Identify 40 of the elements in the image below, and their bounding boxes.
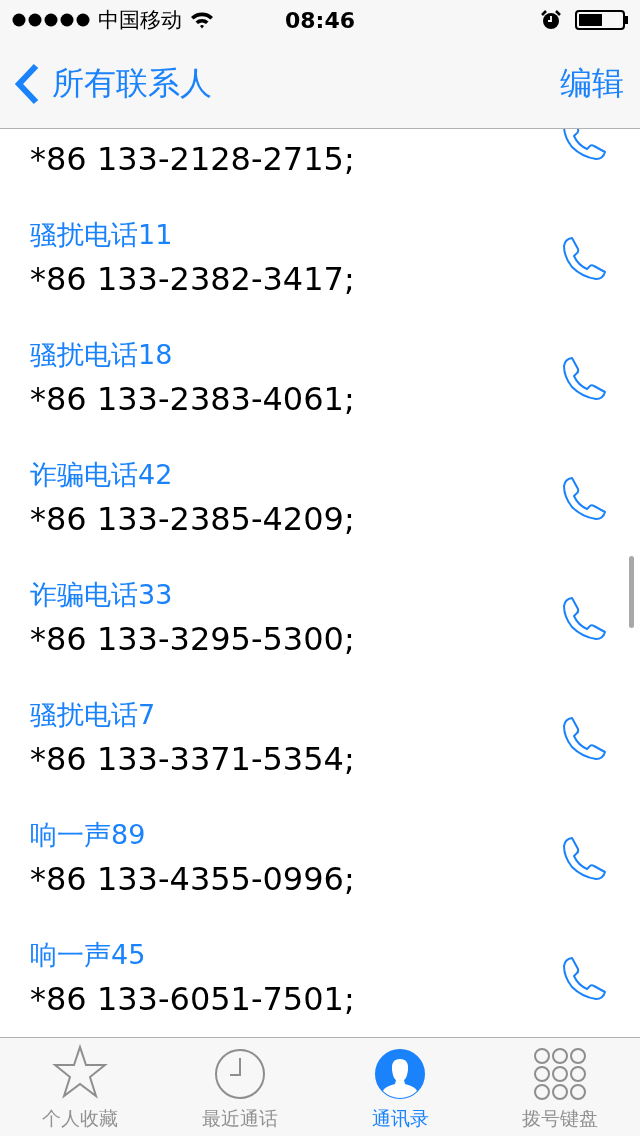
clock-icon (214, 1048, 266, 1100)
phone-number[interactable]: *86 133-4355-0996; (30, 858, 355, 900)
tab[interactable]: 最近通话 (160, 1038, 320, 1136)
star-icon (52, 1044, 108, 1100)
tab[interactable]: 通讯录 (320, 1038, 480, 1136)
tab[interactable]: 拨号键盘 (480, 1038, 640, 1136)
edit-button[interactable]: 编辑 (560, 62, 624, 106)
signal-icon (12, 13, 90, 27)
phone-icon[interactable] (562, 595, 608, 641)
tab[interactable]: 个人收藏 (0, 1038, 160, 1136)
contact-name[interactable]: 响一声45 (30, 936, 355, 974)
status-time: 08:46 (285, 7, 355, 33)
contact-name[interactable]: 响一声89 (30, 816, 355, 854)
scroll-indicator (629, 556, 634, 628)
phone-number[interactable]: *86 133-2382-3417; (30, 258, 355, 300)
contact-name[interactable]: 骚扰电话7 (30, 696, 355, 734)
keypad-icon (534, 1048, 586, 1100)
phone-number[interactable]: *86 133-3295-5300; (30, 618, 355, 660)
phone-icon[interactable] (562, 235, 608, 281)
phone-icon[interactable] (562, 715, 608, 761)
battery-icon (575, 10, 628, 30)
back-button[interactable]: 所有联系人 (14, 62, 212, 106)
phone-icon[interactable] (562, 355, 608, 401)
contact-name[interactable]: 诈骗电话42 (30, 456, 355, 494)
phone-icon[interactable] (562, 835, 608, 881)
phone-number[interactable]: *86 133-2128-2715; (30, 138, 355, 180)
contact-name[interactable]: 骚扰电话18 (30, 336, 355, 374)
phone-icon[interactable] (562, 955, 608, 1001)
contact-name[interactable]: 骚扰电话11 (30, 216, 355, 254)
phone-icon[interactable] (562, 475, 608, 521)
phone-number[interactable]: *86 133-2383-4061; (30, 378, 355, 420)
wifi-icon (190, 11, 214, 29)
phone-number[interactable]: *86 133-3371-5354; (30, 738, 355, 780)
phone-number[interactable]: *86 133-6051-7501; (30, 978, 355, 1020)
chevron-icon (14, 63, 40, 105)
carrier-name: 中国移动 (98, 7, 182, 34)
phone-number[interactable]: *86 133-2385-4209; (30, 498, 355, 540)
alarm-clock-icon (541, 10, 561, 30)
person-icon (374, 1048, 426, 1100)
contact-name[interactable]: 诈骗电话33 (30, 576, 355, 614)
